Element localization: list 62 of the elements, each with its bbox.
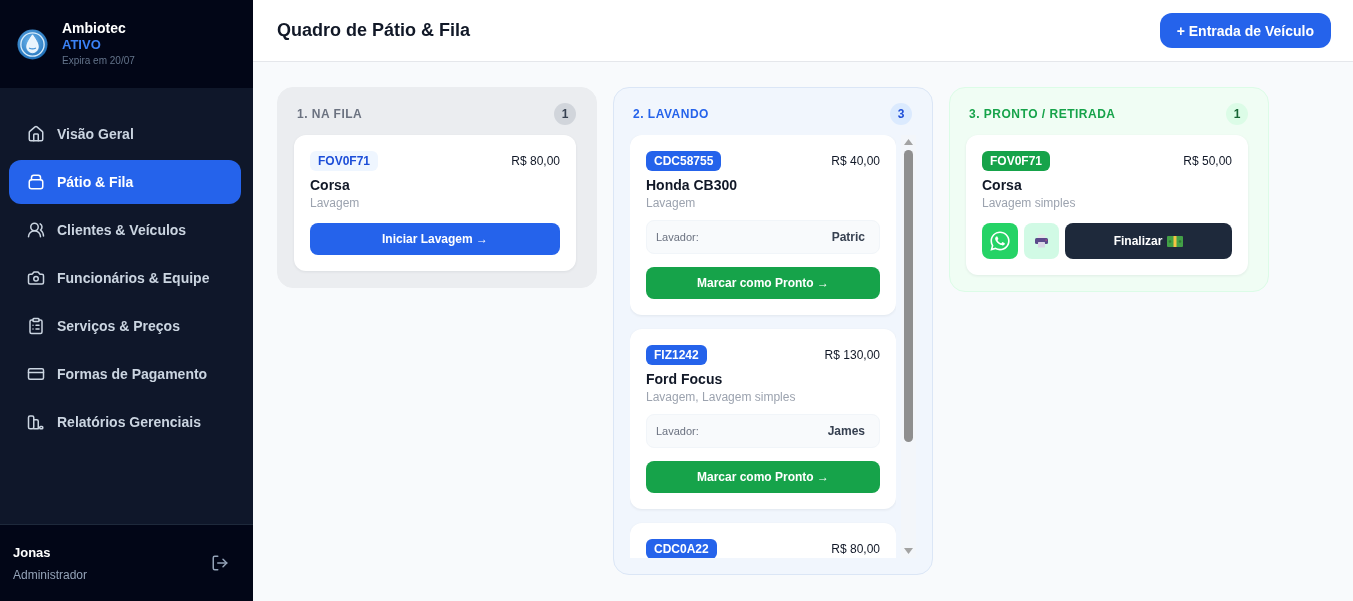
nav-item[interactable]: Pátio & Fila	[9, 160, 241, 204]
count-badge: 1	[1226, 103, 1248, 125]
column-title: 3. PRONTO / RETIRADA	[969, 107, 1116, 121]
credit-card-icon	[27, 365, 45, 383]
vehicle-name: Honda CB300	[646, 177, 739, 194]
page-title: Quadro de Pátio & Fila	[277, 20, 471, 41]
column-title: 2. LAVANDO	[633, 107, 709, 121]
start-wash-button[interactable]: Iniciar Lavagem →	[310, 223, 560, 255]
chat-phone-icon	[989, 230, 1011, 252]
nav-item[interactable]: Visão Geral	[9, 112, 241, 156]
nav-item[interactable]: Relatórios Gerenciais	[9, 400, 241, 444]
price-text: R$ 40,00	[831, 154, 880, 168]
finish-button[interactable]: Finalizar	[1065, 223, 1232, 259]
washer-label: Lavador:	[656, 425, 699, 437]
vehicle-name: Ford Focus	[646, 371, 724, 388]
plate-tag: FOV0F71	[982, 151, 1051, 171]
plate-tag: CDC58755	[646, 151, 722, 171]
clipboard-icon	[27, 317, 45, 335]
plate-tag: FIZ1242	[646, 345, 707, 365]
add-vehicle-button[interactable]: + Entrada de Veículo	[1159, 13, 1331, 48]
tray-icon	[27, 173, 45, 191]
nav-item[interactable]: Clientes & Veículos	[9, 208, 241, 252]
services-text: Lavagem simples	[982, 196, 1077, 211]
water-drop-logo	[17, 28, 48, 60]
logout-button[interactable]	[211, 554, 229, 572]
column-title: 1. NA FILA	[297, 107, 363, 121]
bar-chart-icon	[27, 413, 45, 431]
count-badge: 1	[554, 103, 576, 125]
count-badge: 3	[890, 103, 912, 125]
user-role: Administrador	[13, 567, 88, 582]
users-icon	[27, 221, 45, 239]
scroll-down-icon[interactable]	[904, 548, 913, 554]
services-text: Lavagem	[646, 196, 697, 211]
brand-name: Ambiotec	[62, 20, 127, 37]
services-text: Lavagem	[310, 196, 361, 211]
price-text: R$ 50,00	[1183, 154, 1232, 168]
banknote-icon	[1167, 235, 1184, 247]
nav-item[interactable]: Formas de Pagamento	[9, 352, 241, 396]
printer-icon	[1034, 234, 1049, 248]
expiry-text: Expira em 20/07	[62, 54, 135, 68]
price-text: R$ 80,00	[511, 154, 560, 168]
logout-icon	[211, 554, 229, 572]
camera-icon	[27, 269, 45, 287]
plate-tag: CDC0A22	[646, 539, 717, 558]
washer-label: Lavador:	[656, 231, 699, 243]
print-button[interactable]	[1024, 223, 1059, 259]
price-text: R$ 80,00	[831, 542, 880, 556]
vehicle-name: Corsa	[310, 177, 351, 194]
nav-item[interactable]: Funcionários & Equipe	[9, 256, 241, 300]
scrollbar-thumb[interactable]	[904, 150, 913, 442]
price-text: R$ 130,00	[824, 348, 880, 362]
washer-name: Patric	[831, 230, 865, 244]
services-text: Lavagem, Lavagem simples	[646, 390, 797, 405]
vehicle-name: Corsa	[982, 177, 1023, 194]
nav-item[interactable]: Serviços & Preços	[9, 304, 241, 348]
plate-tag: FOV0F71	[310, 151, 379, 171]
home-icon	[27, 125, 45, 143]
scroll-up-icon[interactable]	[904, 139, 913, 145]
message-button[interactable]	[982, 223, 1018, 259]
status-text: ATIVO	[62, 37, 102, 53]
washer-name: James	[827, 424, 865, 438]
user-name: Jonas	[13, 544, 52, 560]
